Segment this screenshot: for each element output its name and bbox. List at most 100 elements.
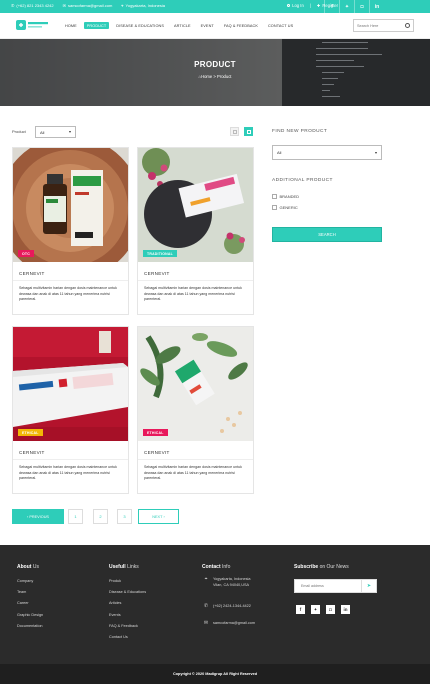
nav-faq-feedback[interactable]: FAQ & FEEDBACK — [221, 22, 261, 29]
copyright-bar: Copyright © 2020 Madigrup All Right Rese… — [0, 664, 430, 684]
footer-link[interactable]: Documentation — [17, 621, 43, 632]
previous-page-button[interactable]: ‹ PREVIOUS — [12, 509, 64, 524]
nav-home[interactable]: HOME — [62, 22, 80, 29]
location-pin-icon: ⌖ — [204, 576, 208, 583]
phone-icon: ✆ — [11, 3, 15, 8]
phone-icon: ✆ — [203, 603, 209, 610]
footer-link[interactable]: Events — [109, 610, 146, 621]
footer-link[interactable]: Graphic Design — [17, 610, 43, 621]
product-description: Sebagai multivitamin harian dengan dosis… — [144, 286, 242, 302]
category-badge: OTC — [18, 250, 34, 257]
user-plus-icon: ✚ — [316, 3, 321, 8]
nav-product[interactable]: PRODUCT — [83, 22, 110, 29]
footer-link[interactable]: Contact Us — [109, 632, 146, 643]
product-filter-select[interactable]: All — [35, 126, 76, 138]
login-link[interactable]: Log In — [286, 3, 304, 8]
newsletter-email-input[interactable] — [295, 580, 355, 592]
footer-link[interactable]: Company — [17, 576, 43, 587]
footer-contact: Contact Info — [202, 564, 231, 570]
breadcrumb-home[interactable]: Home — [201, 74, 212, 79]
product-card[interactable]: OTC CERNEVIT Sebagai multivitamin harian… — [12, 147, 129, 315]
product-description: Sebagai multivitamin harian dengan dosis… — [19, 465, 117, 481]
site-footer: About Us Company Team Career Graphic Des… — [0, 545, 430, 664]
find-product-heading: FIND NEW PRODUCT — [272, 129, 328, 134]
product-name[interactable]: CERNEVIT — [19, 271, 45, 276]
product-card[interactable]: ETHICAL CERNEVIT Sebagai multivitamin ha… — [137, 326, 254, 494]
footer-email[interactable]: ✉ samcofarma@gmail.com — [203, 620, 255, 627]
grid-icon — [247, 130, 251, 134]
category-badge: ETHICAL — [143, 429, 168, 436]
product-description: Sebagai multivitamin harian dengan dosis… — [144, 465, 242, 481]
search-icon[interactable] — [405, 23, 410, 28]
facebook-icon[interactable]: f — [296, 605, 305, 614]
footer-about: About Us Company Team Career Graphic Des… — [17, 564, 43, 632]
next-page-button[interactable]: NEXT › — [138, 509, 179, 524]
nav-event[interactable]: EVENT — [198, 22, 217, 29]
chevron-down-icon — [375, 151, 377, 154]
page-3-button[interactable]: 3 — [117, 509, 132, 524]
search-button[interactable]: SEARCH — [272, 227, 382, 242]
page-title: PRODUCT — [194, 60, 236, 69]
breadcrumb: ⌂Home > Product — [198, 74, 232, 79]
page-1-button[interactable]: 1 — [68, 509, 83, 524]
mail-icon: ✉ — [203, 620, 209, 627]
top-bar: ✆ (+62) 821 2343 4242 ✉ samcofarma@gmail.c… — [0, 0, 430, 13]
page-2-button[interactable]: 2 — [93, 509, 108, 524]
footer-link[interactable]: Disease & Educations — [109, 587, 146, 598]
topbar-location: ⌖ Yogyakarta, Indonesia — [121, 3, 165, 8]
footer-link[interactable]: Team — [17, 587, 43, 598]
product-image — [13, 148, 128, 262]
twitter-icon[interactable]: ✦ — [339, 0, 354, 13]
linkedin-icon[interactable]: in — [341, 605, 350, 614]
breadcrumb-current: Product — [217, 74, 232, 79]
product-name[interactable]: CERNEVIT — [144, 271, 170, 276]
footer-phone: ✆ (+62) 2424-1344-4422 — [203, 603, 251, 610]
category-badge: ETHICAL — [18, 429, 43, 436]
main-navigation: HOME PRODUCT DISEASE & EDUCATIONS ARTICL… — [0, 13, 430, 39]
mail-icon: ✉ — [62, 3, 66, 8]
chevron-right-icon: › — [162, 514, 165, 519]
newsletter-form: ➤ — [294, 579, 377, 593]
search-input[interactable] — [354, 20, 404, 31]
product-name[interactable]: CERNEVIT — [144, 450, 170, 455]
send-icon[interactable]: ➤ — [361, 580, 376, 592]
topbar-phone: ✆ (+62) 821 2343 4242 — [11, 3, 54, 8]
product-image — [138, 148, 253, 262]
find-product-select[interactable]: All — [272, 145, 382, 160]
facebook-icon[interactable]: f — [324, 0, 339, 13]
category-badge: TRADITIONAL — [143, 250, 177, 257]
chevron-down-icon — [69, 131, 71, 133]
footer-subscribe: Subscribe on Our News — [294, 564, 349, 570]
nav-contact-us[interactable]: CONTACT US — [265, 22, 296, 29]
product-image — [13, 327, 128, 441]
footer-useful-links: Usefull Links Produk Disease & Education… — [109, 564, 146, 643]
footer-link[interactable]: Career — [17, 598, 43, 609]
checkbox-box[interactable] — [272, 194, 277, 199]
instagram-icon[interactable]: ◘ — [326, 605, 335, 614]
footer-link[interactable]: Produk — [109, 576, 146, 587]
branded-checkbox[interactable]: BRANDED — [272, 194, 299, 199]
footer-link[interactable]: Articles — [109, 598, 146, 609]
twitter-icon[interactable]: ✦ — [311, 605, 320, 614]
product-image — [138, 327, 253, 441]
product-description: Sebagai multivitamin harian dengan dosis… — [19, 286, 117, 302]
search-box — [353, 19, 414, 32]
linkedin-icon[interactable]: in — [369, 0, 384, 13]
product-name[interactable]: CERNEVIT — [19, 450, 45, 455]
product-card[interactable]: TRADITIONAL CERNEVIT Sebagai multivitami… — [137, 147, 254, 315]
instagram-icon[interactable]: ◘ — [354, 0, 369, 13]
checkbox-box[interactable] — [272, 205, 277, 210]
product-card[interactable]: ETHICAL CERNEVIT Sebagai multivitamin ha… — [12, 326, 129, 494]
page-hero: PRODUCT ⌂Home > Product — [0, 39, 430, 106]
list-view-button[interactable] — [230, 127, 239, 136]
nav-disease-educations[interactable]: DISEASE & EDUCATIONS — [113, 22, 167, 29]
topbar-separator: | — [309, 3, 311, 8]
additional-product-heading: ADDITIONAL PRODUCT — [272, 178, 333, 183]
generic-checkbox[interactable]: GENERIC — [272, 205, 298, 210]
location-pin-icon: ⌖ — [121, 3, 124, 8]
grid-view-button[interactable] — [244, 127, 253, 136]
nav-article[interactable]: ARTICLE — [171, 22, 194, 29]
topbar-email[interactable]: ✉ samcofarma@gmail.com — [63, 3, 113, 8]
footer-link[interactable]: FAQ & Feedback — [109, 621, 146, 632]
samco-logo[interactable] — [16, 19, 50, 31]
